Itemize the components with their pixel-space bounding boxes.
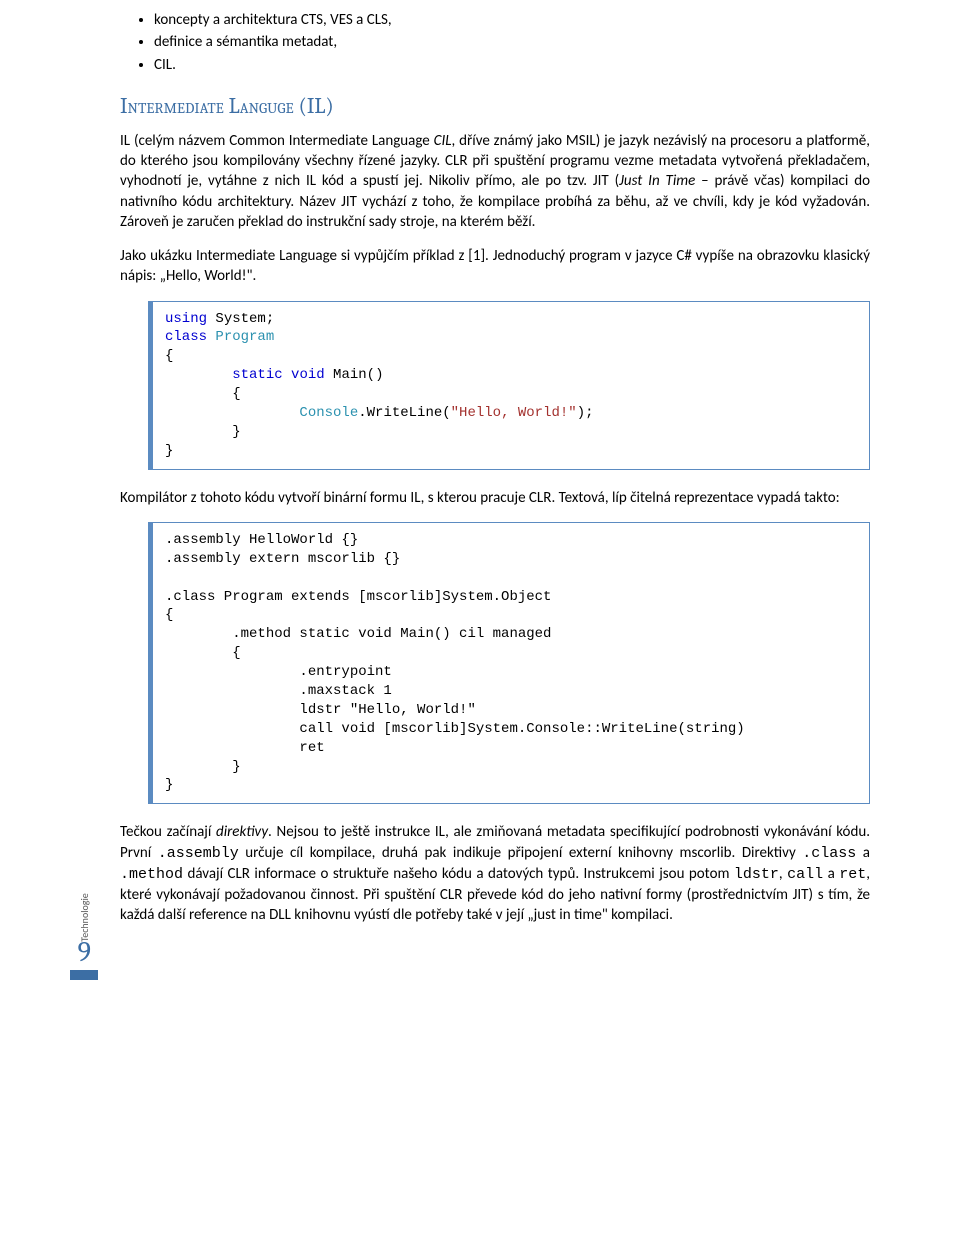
code-inline: ldstr: [734, 866, 779, 883]
code-inline: .assembly: [158, 845, 239, 862]
paragraph-directives: Tečkou začínají direktivy. Nejsou to ješ…: [120, 822, 870, 925]
code-line: {: [165, 607, 173, 623]
text-run: ,: [779, 865, 787, 883]
code-inline: ret: [839, 866, 866, 883]
code-inline: .method: [120, 866, 183, 883]
code-keyword: using: [165, 311, 207, 327]
code-keyword: static: [232, 367, 282, 383]
code-line: .assembly HelloWorld {}: [165, 532, 358, 548]
paragraph-intro: IL (celým názvem Common Intermediate Lan…: [120, 131, 870, 232]
text-run: a: [856, 844, 870, 862]
code-inline: call: [787, 866, 823, 883]
bullet-list: koncepty a architektura CTS, VES a CLS, …: [120, 10, 870, 75]
code-line: ldstr "Hello, World!": [165, 702, 476, 718]
code-keyword: void: [291, 367, 325, 383]
code-line: .maxstack 1: [165, 683, 392, 699]
code-text: Main(): [325, 367, 384, 383]
footer-section-label: Technologie: [78, 893, 91, 942]
text-run: určuje cíl kompilace, druhá pak indikuje…: [239, 844, 803, 862]
paragraph-il-intro: Kompilátor z tohoto kódu vytvoří binární…: [120, 488, 870, 508]
code-text: [165, 367, 232, 383]
code-line: .assembly extern mscorlib {}: [165, 551, 400, 567]
code-text: }: [165, 443, 173, 459]
page-number: 9: [78, 938, 91, 966]
page-footer: Technologie 9: [60, 911, 111, 980]
code-keyword: class: [165, 329, 207, 345]
code-line: .method static void Main() cil managed: [165, 626, 551, 642]
code-text: System;: [207, 311, 274, 327]
code-string: "Hello, World!": [451, 405, 577, 421]
code-text: [283, 367, 291, 383]
code-inline: .class: [802, 845, 856, 862]
text-emphasis: Just In Time: [619, 172, 695, 190]
list-item: CIL.: [154, 55, 870, 75]
text-run: a: [823, 865, 839, 883]
section-heading: Intermediate Languge (IL): [120, 93, 870, 119]
code-text: {: [165, 386, 241, 402]
text-run: Tečkou začínají: [120, 823, 216, 841]
code-text: }: [165, 424, 241, 440]
code-block-csharp: using System; class Program { static voi…: [148, 301, 870, 470]
code-type: Console: [299, 405, 358, 421]
code-line: call void [mscorlib]System.Console::Writ…: [165, 721, 745, 737]
paragraph-example-intro: Jako ukázku Intermediate Language si vyp…: [120, 246, 870, 287]
list-item: definice a sémantika metadat,: [154, 32, 870, 52]
text-run: IL (celým názvem Common Intermediate Lan…: [120, 132, 434, 150]
code-block-il: .assembly HelloWorld {} .assembly extern…: [148, 522, 870, 804]
code-line: .class Program extends [mscorlib]System.…: [165, 589, 551, 605]
code-line: .entrypoint: [165, 664, 392, 680]
code-type: Program: [215, 329, 274, 345]
code-line: }: [165, 759, 241, 775]
code-text: .WriteLine(: [358, 405, 450, 421]
text-emphasis: direktivy: [216, 823, 268, 841]
list-item: koncepty a architektura CTS, VES a CLS,: [154, 10, 870, 30]
code-line: }: [165, 777, 173, 793]
footer-accent-bar: [70, 970, 98, 980]
code-text: [165, 405, 299, 421]
code-text: {: [165, 348, 173, 364]
code-line: ret: [165, 740, 325, 756]
text-emphasis: CIL: [434, 132, 452, 150]
code-line: {: [165, 645, 241, 661]
code-text: );: [577, 405, 594, 421]
text-run: dávají CLR informace o struktuře našeho …: [183, 865, 734, 883]
